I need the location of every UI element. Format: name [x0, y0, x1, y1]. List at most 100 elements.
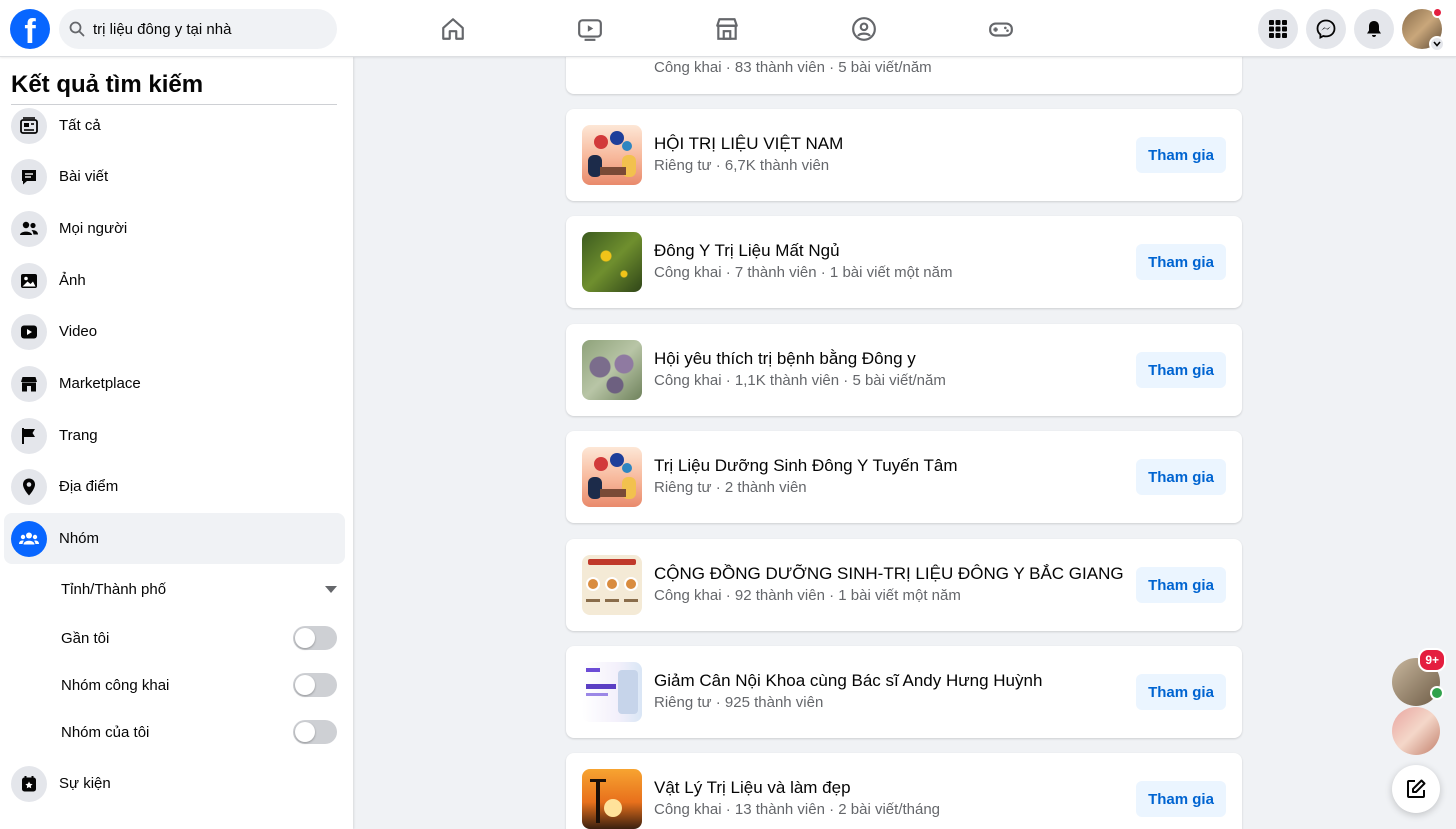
join-button[interactable]: Tham gia	[1136, 567, 1226, 603]
messenger-button[interactable]	[1306, 9, 1346, 49]
menu-button[interactable]	[1258, 9, 1298, 49]
pages-flag-icon	[11, 417, 47, 454]
sidebar-item-label: Bài viết	[59, 168, 109, 185]
sidebar-item-label: Video	[59, 323, 98, 340]
join-button[interactable]: Tham gia	[1136, 352, 1226, 388]
group-meta: Riêng tư · 2 thành viên	[654, 479, 807, 496]
marketplace-icon	[715, 17, 738, 40]
profile-avatar[interactable]	[1402, 7, 1445, 52]
sidebar-item-photos[interactable]: Ảnh	[4, 255, 345, 306]
main-nav	[384, 0, 1069, 57]
sidebar-item-people[interactable]: Mọi người	[4, 203, 345, 254]
caret-down-icon	[325, 585, 337, 593]
public-groups-toggle[interactable]	[293, 673, 337, 697]
city-filter-dropdown[interactable]: Tỉnh/Thành phố	[61, 574, 337, 604]
group-result-card[interactable]: Vật Lý Trị Liệu và làm đẹp Công khai · 1…	[566, 753, 1242, 829]
compose-icon	[1407, 779, 1426, 798]
my-groups-toggle[interactable]	[293, 720, 337, 744]
search-icon	[69, 21, 85, 37]
group-name[interactable]: Trị Liệu Dưỡng Sinh Đông Y Tuyến Tâm	[654, 456, 958, 476]
notifications-button[interactable]	[1354, 9, 1394, 49]
search-input[interactable]	[93, 20, 313, 38]
public-groups-filter: Nhóm công khai	[61, 670, 337, 700]
facebook-logo-icon[interactable]: f	[10, 9, 50, 49]
group-thumbnail[interactable]	[582, 769, 642, 829]
group-meta: Công khai · 83 thành viên · 5 bài viết/n…	[654, 59, 932, 76]
sidebar-item-posts[interactable]: Bài viết	[4, 151, 345, 202]
sidebar-item-label: Mọi người	[59, 220, 128, 237]
top-bar: f	[0, 0, 1456, 57]
join-button[interactable]: Tham gia	[1136, 781, 1226, 817]
group-name[interactable]: Hội yêu thích trị bệnh bằng Đông y	[654, 349, 916, 369]
group-result-card[interactable]: Trị Liệu Dưỡng Sinh Đông Y Tuyến Tâm Riê…	[566, 431, 1242, 523]
group-thumbnail[interactable]	[582, 555, 642, 615]
nav-watch[interactable]	[521, 0, 658, 57]
join-button[interactable]: Tham gia	[1136, 244, 1226, 280]
gaming-icon	[988, 22, 1013, 37]
my-groups-filter: Nhóm của tôi	[61, 717, 337, 747]
watch-icon	[577, 18, 602, 41]
group-meta: Công khai · 13 thành viên · 2 bài viết/t…	[654, 801, 941, 818]
group-result-card[interactable]: Hội yêu thích trị bệnh bằng Đông y Công …	[566, 324, 1242, 416]
near-me-toggle[interactable]	[293, 626, 337, 650]
sidebar-item-all[interactable]: Tất cả	[4, 100, 345, 151]
group-name[interactable]: Vật Lý Trị Liệu và làm đẹp	[654, 778, 851, 798]
join-button[interactable]: Tham gia	[1136, 459, 1226, 495]
group-meta: Công khai · 1,1K thành viên · 5 bài viết…	[654, 372, 946, 389]
all-results-icon	[11, 107, 47, 144]
filter-label: Nhóm công khai	[61, 676, 170, 694]
nav-marketplace[interactable]	[658, 0, 795, 57]
sidebar-item-label: Nhóm	[59, 530, 100, 547]
join-button[interactable]: Tham gia	[1136, 137, 1226, 173]
bell-icon	[1367, 21, 1381, 37]
group-name[interactable]: Giảm Cân Nội Khoa cùng Bác sĩ Andy Hưng …	[654, 671, 1042, 691]
sidebar-item-label: Tất cả	[59, 117, 101, 134]
groups-icon	[851, 16, 876, 41]
group-thumbnail[interactable]	[582, 232, 642, 292]
nav-home[interactable]	[384, 0, 521, 57]
sidebar-item-video[interactable]: Video	[4, 306, 345, 357]
sidebar-item-pages[interactable]: Trang	[4, 410, 345, 461]
nav-gaming[interactable]	[932, 0, 1069, 57]
photos-icon	[11, 262, 47, 299]
new-message-button[interactable]	[1392, 765, 1440, 813]
sidebar-item-places[interactable]: Địa điểm	[4, 461, 345, 512]
sidebar-item-label: Địa điểm	[59, 478, 119, 495]
sidebar-item-marketplace[interactable]: Marketplace	[4, 358, 345, 409]
sidebar-item-label: Marketplace	[59, 375, 141, 392]
group-meta: Công khai · 7 thành viên · 1 bài viết mộ…	[654, 264, 953, 281]
sidebar-title: Kết quả tìm kiếm	[11, 71, 204, 98]
groups-icon	[11, 520, 47, 557]
location-pin-icon	[11, 468, 47, 505]
group-thumbnail[interactable]	[582, 662, 642, 722]
account-controls	[1258, 7, 1445, 52]
chevron-down-icon	[1429, 36, 1445, 52]
group-meta: Riêng tư · 6,7K thành viên	[654, 157, 830, 174]
group-result-card[interactable]: CỘNG ĐỒNG DƯỠNG SINH-TRỊ LIỆU ĐÔNG Y BẮC…	[566, 539, 1242, 631]
group-result-card[interactable]: Đông Y Trị Liệu Mất Ngủ Công khai · 7 th…	[566, 216, 1242, 308]
group-result-card[interactable]: Giảm Cân Nội Khoa cùng Bác sĩ Andy Hưng …	[566, 646, 1242, 738]
group-thumbnail[interactable]	[582, 340, 642, 400]
filter-label: Gần tôi	[61, 629, 110, 647]
chat-head-contact[interactable]: 9+	[1392, 648, 1446, 706]
notification-dot	[1432, 7, 1443, 18]
join-button[interactable]: Tham gia	[1136, 674, 1226, 710]
sidebar-item-label: Trang	[59, 427, 98, 444]
group-name[interactable]: CỘNG ĐỒNG DƯỠNG SINH-TRỊ LIỆU ĐÔNG Y BẮC…	[654, 564, 1124, 584]
group-thumbnail[interactable]	[582, 447, 642, 507]
group-thumbnail[interactable]	[582, 125, 642, 185]
sidebar-item-events[interactable]: Sự kiện	[4, 758, 345, 809]
unread-badge: 9+	[1418, 648, 1446, 672]
video-icon	[11, 313, 47, 350]
chat-head-contact[interactable]	[1392, 707, 1440, 755]
sidebar-item-groups[interactable]: Nhóm	[4, 513, 345, 564]
events-icon	[11, 765, 47, 802]
sidebar-item-label: Ảnh	[59, 272, 86, 289]
nav-groups[interactable]	[795, 0, 932, 57]
search-box[interactable]	[59, 9, 337, 49]
group-meta: Riêng tư · 925 thành viên	[654, 694, 824, 711]
group-name[interactable]: HỘI TRỊ LIỆU VIỆT NAM	[654, 134, 843, 154]
group-name[interactable]: Đông Y Trị Liệu Mất Ngủ	[654, 241, 840, 261]
group-result-card[interactable]: HỘI TRỊ LIỆU VIỆT NAM Riêng tư · 6,7K th…	[566, 109, 1242, 201]
sidebar-item-label: Sự kiện	[59, 775, 111, 792]
